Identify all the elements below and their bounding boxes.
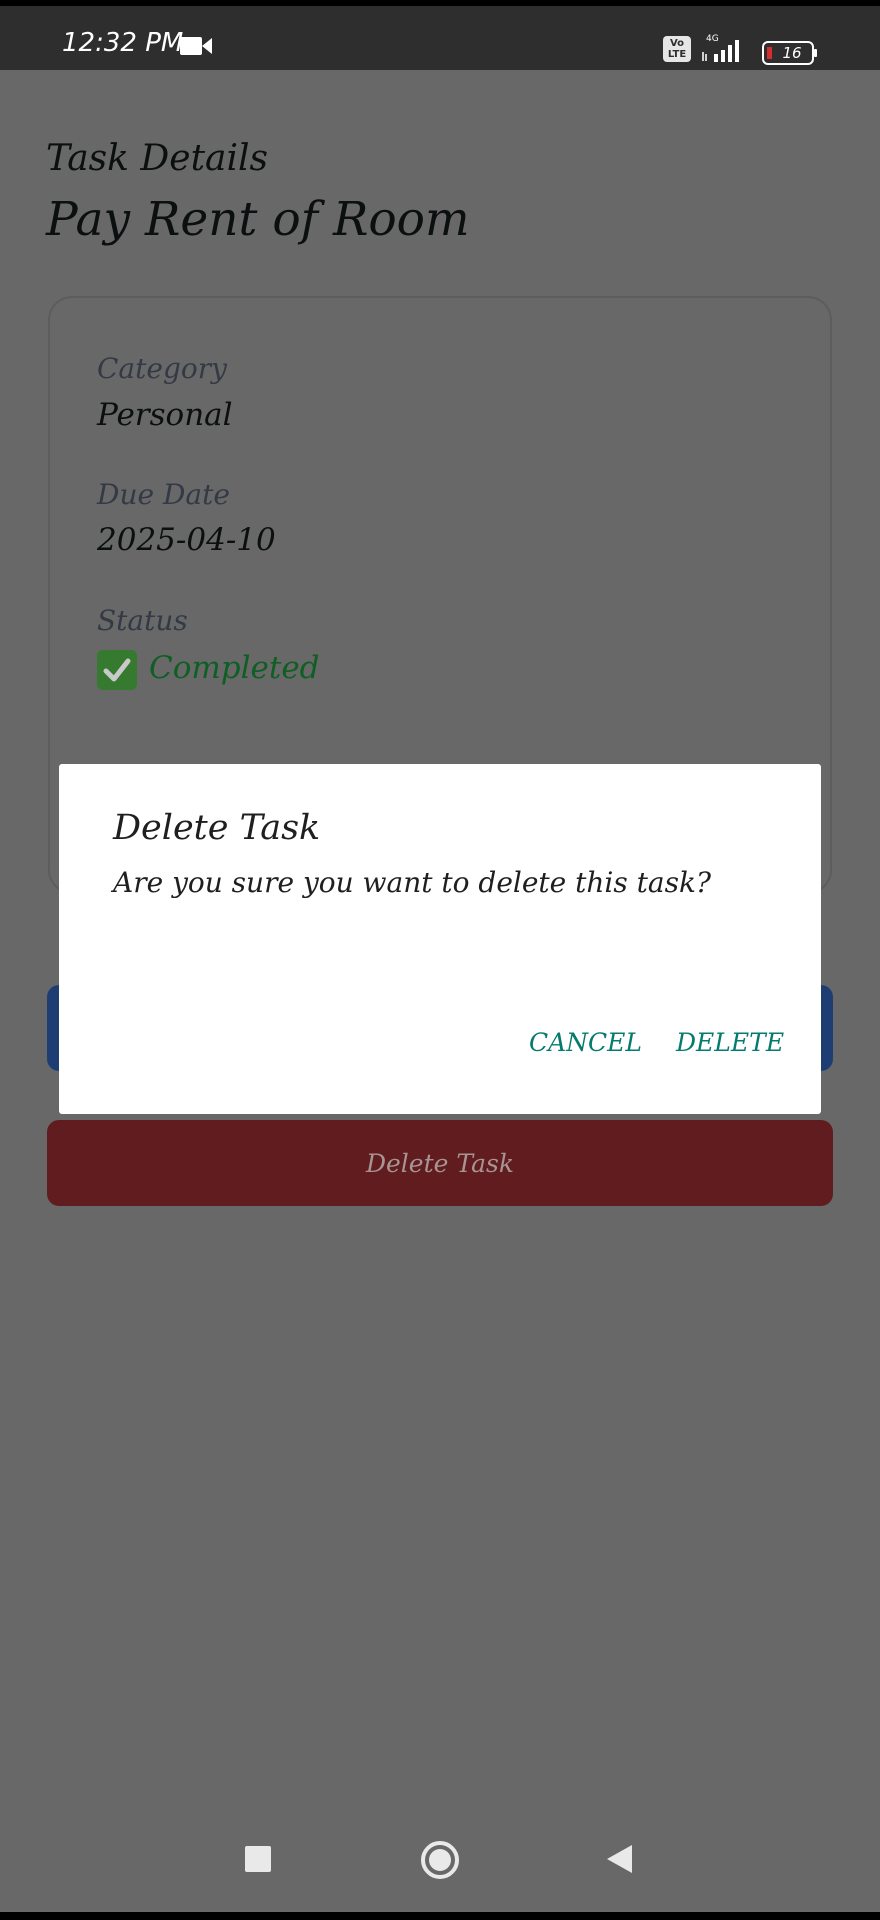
check-mark-icon bbox=[97, 650, 137, 690]
category-value: Personal bbox=[97, 397, 233, 433]
recents-square-icon[interactable] bbox=[245, 1846, 271, 1872]
system-nav-bar bbox=[0, 1810, 880, 1920]
back-triangle-icon[interactable] bbox=[606, 1844, 634, 1874]
status-label: Status bbox=[97, 604, 188, 637]
status-value: Completed bbox=[149, 650, 320, 686]
task-title: Pay Rent of Room bbox=[46, 192, 470, 247]
page-header-label: Task Details bbox=[46, 138, 269, 179]
due-date-value: 2025-04-10 bbox=[97, 522, 276, 558]
home-circle-icon[interactable] bbox=[420, 1840, 460, 1880]
battery-level: 16 bbox=[782, 44, 802, 62]
status-time: 12:32 PM bbox=[62, 28, 184, 58]
cancel-button[interactable]: CANCEL bbox=[529, 1028, 642, 1057]
status-bar: 12:32 PM Vo LTE 4G 16 bbox=[0, 0, 880, 70]
signal-icon: 4G bbox=[702, 34, 739, 62]
category-label: Category bbox=[97, 352, 227, 385]
delete-confirm-dialog: Delete Task Are you sure you want to del… bbox=[59, 764, 821, 1114]
due-date-label: Due Date bbox=[97, 478, 230, 511]
dialog-message: Are you sure you want to delete this tas… bbox=[113, 866, 711, 899]
volte-icon: Vo LTE bbox=[663, 36, 691, 62]
delete-task-button[interactable]: Delete Task bbox=[47, 1120, 833, 1206]
confirm-delete-button[interactable]: DELETE bbox=[676, 1028, 784, 1057]
dialog-title: Delete Task bbox=[113, 808, 321, 848]
network-type-label: 4G bbox=[706, 34, 719, 44]
video-camera-icon bbox=[180, 37, 212, 55]
screen-bottom-edge bbox=[0, 1912, 880, 1920]
